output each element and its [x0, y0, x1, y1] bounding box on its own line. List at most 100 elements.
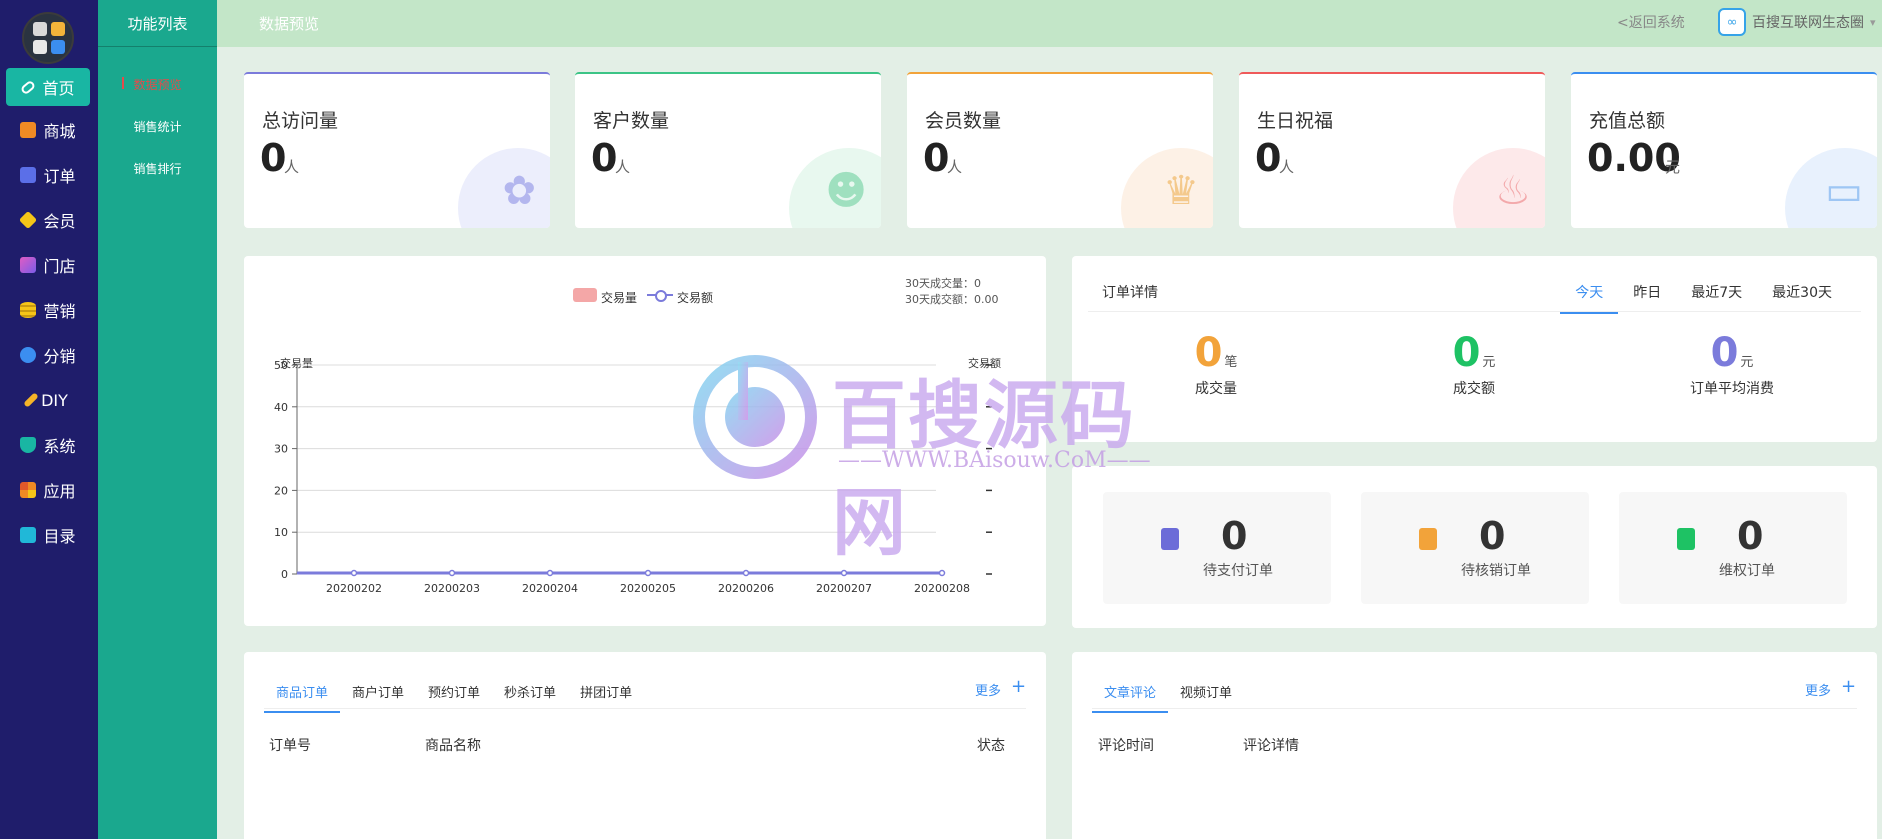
- stat-label: 会员数量: [925, 110, 1002, 132]
- metric-unit: 元: [1482, 355, 1496, 370]
- add-icon[interactable]: +: [1841, 676, 1856, 697]
- line-point: [350, 569, 358, 577]
- crown-icon: ♛: [1163, 168, 1199, 214]
- submenu-item-sales-stats[interactable]: 销售统计: [98, 115, 217, 137]
- stat-unit: 元: [1665, 158, 1681, 176]
- sidebar-item-catalog[interactable]: 目录: [6, 516, 90, 554]
- more-link[interactable]: 更多: [975, 680, 1001, 699]
- metric-unit: 元: [1740, 355, 1754, 370]
- metric-label: 订单平均消费: [1690, 381, 1774, 397]
- x-tick-label: 20200203: [424, 582, 480, 595]
- pending-payment-box[interactable]: 0 待支付订单: [1103, 492, 1331, 604]
- y-tick-label: 20: [274, 484, 288, 497]
- pending-label: 待支付订单: [1203, 563, 1273, 579]
- pending-label: 待核销订单: [1461, 563, 1531, 579]
- stat-unit: 人: [284, 158, 300, 176]
- coins-icon: [20, 302, 37, 318]
- sidebar-item-label: 营销: [43, 302, 76, 321]
- stat-value: 0: [591, 136, 618, 180]
- transaction-chart: 交易量 交易额0102030405020200202 20200203 2020020…: [274, 356, 1001, 595]
- paw-icon: ✿: [502, 168, 536, 214]
- divider: [264, 708, 1026, 709]
- stat-card-recharge: 充值总额 0.00 元 ▭: [1571, 72, 1877, 228]
- tab-flash-sale-orders[interactable]: 秒杀订单: [492, 672, 568, 713]
- sidebar-item-label: 会员: [43, 212, 76, 231]
- line-point: [644, 569, 652, 577]
- sidebar-item-stores[interactable]: 门店: [6, 246, 90, 284]
- sidebar-item-apps[interactable]: 应用: [6, 471, 90, 509]
- rights-protection-box[interactable]: 0 维权订单: [1619, 492, 1847, 604]
- stat-unit: 人: [947, 158, 963, 176]
- sidebar-item-orders[interactable]: 订单: [6, 156, 90, 194]
- sidebar-item-label: 门店: [43, 257, 76, 276]
- stat-value: 0: [923, 136, 950, 180]
- sidebar-item-label: 订单: [43, 167, 76, 186]
- metric-label: 成交量: [1195, 381, 1237, 397]
- tab-today[interactable]: 今天: [1560, 272, 1619, 314]
- tab-merchant-orders[interactable]: 商户订单: [340, 672, 416, 713]
- back-to-system-link[interactable]: <返回系统: [1617, 12, 1685, 32]
- metric-volume: 0笔 成交量: [1116, 330, 1316, 398]
- gem-icon: [19, 210, 38, 230]
- divider: [1088, 311, 1861, 312]
- x-tick-label: 20200205: [620, 582, 676, 595]
- sidebar-item-marketing[interactable]: 营销: [6, 291, 90, 329]
- sidebar-item-members[interactable]: 会员: [6, 201, 90, 239]
- folder-icon: [20, 527, 37, 543]
- metric-average: 0元 订单平均消费: [1632, 330, 1832, 398]
- submenu-item-sales-ranking[interactable]: 销售排行: [98, 157, 217, 179]
- stat-value: 0: [1255, 136, 1282, 180]
- avatar[interactable]: [22, 12, 74, 64]
- pending-verification-box[interactable]: 0 待核销订单: [1361, 492, 1589, 604]
- sidebar-item-label: 系统: [43, 437, 76, 456]
- x-tick-label: 20200207: [816, 582, 872, 595]
- tab-booking-orders[interactable]: 预约订单: [416, 672, 492, 713]
- line-point: [448, 569, 456, 577]
- metric-label: 成交额: [1453, 381, 1495, 397]
- tab-video-orders[interactable]: 视频订单: [1168, 672, 1244, 713]
- sidebar-item-diy[interactable]: DIY: [6, 381, 90, 419]
- sidebar-item-system[interactable]: 系统: [6, 426, 90, 464]
- stat-label: 生日祝福: [1257, 110, 1334, 132]
- tab-article-comments[interactable]: 文章评论: [1092, 672, 1169, 713]
- submenu-item-data-preview[interactable]: 数据预览: [98, 73, 217, 95]
- line-point: [840, 569, 848, 577]
- metric-amount: 0元 成交额: [1374, 330, 1574, 398]
- more-link[interactable]: 更多: [1805, 680, 1831, 699]
- tab-last-7-days[interactable]: 最近7天: [1676, 272, 1757, 314]
- stat-card-customers: 客户数量 0 人 ☻: [575, 72, 881, 228]
- line-point: [938, 569, 946, 577]
- stat-label: 总访问量: [262, 110, 339, 132]
- column-header-order-no: 订单号: [269, 738, 311, 754]
- link-icon: [20, 79, 37, 95]
- sidebar-item-label: DIY: [41, 390, 68, 410]
- submenu-item-label: 数据预览: [133, 77, 182, 92]
- function-submenu: 功能列表 数据预览 销售统计 销售排行: [98, 0, 217, 839]
- metric-value: 0: [1710, 330, 1739, 376]
- transaction-chart-panel: 交易量 交易额 30天成交量：0 30天成交额：0.00 交易量 交易额 0 10 20…: [244, 256, 1046, 626]
- metric-unit: 笔: [1224, 355, 1238, 370]
- card-icon: ▭: [1825, 168, 1863, 214]
- brand-menu[interactable]: ∞ 百搜互联网生态圈 ▾: [1718, 8, 1876, 36]
- stat-card-total-visits: 总访问量 0 人 ✿: [244, 72, 550, 228]
- sidebar-item-home[interactable]: 首页: [6, 68, 90, 106]
- tab-product-orders[interactable]: 商品订单: [264, 672, 341, 713]
- clipboard-icon: [1161, 528, 1179, 550]
- order-type-tabs: 商品订单 商户订单 预约订单 秒杀订单 拼团订单: [264, 672, 644, 713]
- sidebar-item-label: 商城: [43, 122, 76, 141]
- pending-value: 0: [1479, 514, 1506, 558]
- sidebar-item-label: 目录: [43, 527, 76, 546]
- doc-clock-icon: [1419, 528, 1437, 550]
- doc-gear-icon: [1677, 528, 1695, 550]
- add-icon[interactable]: +: [1011, 676, 1026, 697]
- comment-type-tabs: 文章评论 视频订单: [1092, 672, 1244, 713]
- x-tick-label: 20200206: [718, 582, 774, 595]
- tab-last-30-days[interactable]: 最近30天: [1757, 272, 1847, 314]
- tab-group-buy-orders[interactable]: 拼团订单: [568, 672, 644, 713]
- cake-icon: ♨: [1495, 168, 1531, 214]
- sidebar-item-shop[interactable]: 商城: [6, 111, 90, 149]
- tab-yesterday[interactable]: 昨日: [1618, 272, 1676, 314]
- sidebar-item-distribution[interactable]: 分销: [6, 336, 90, 374]
- sidebar-item-label: 首页: [42, 79, 75, 98]
- page-title: 数据预览: [259, 15, 320, 33]
